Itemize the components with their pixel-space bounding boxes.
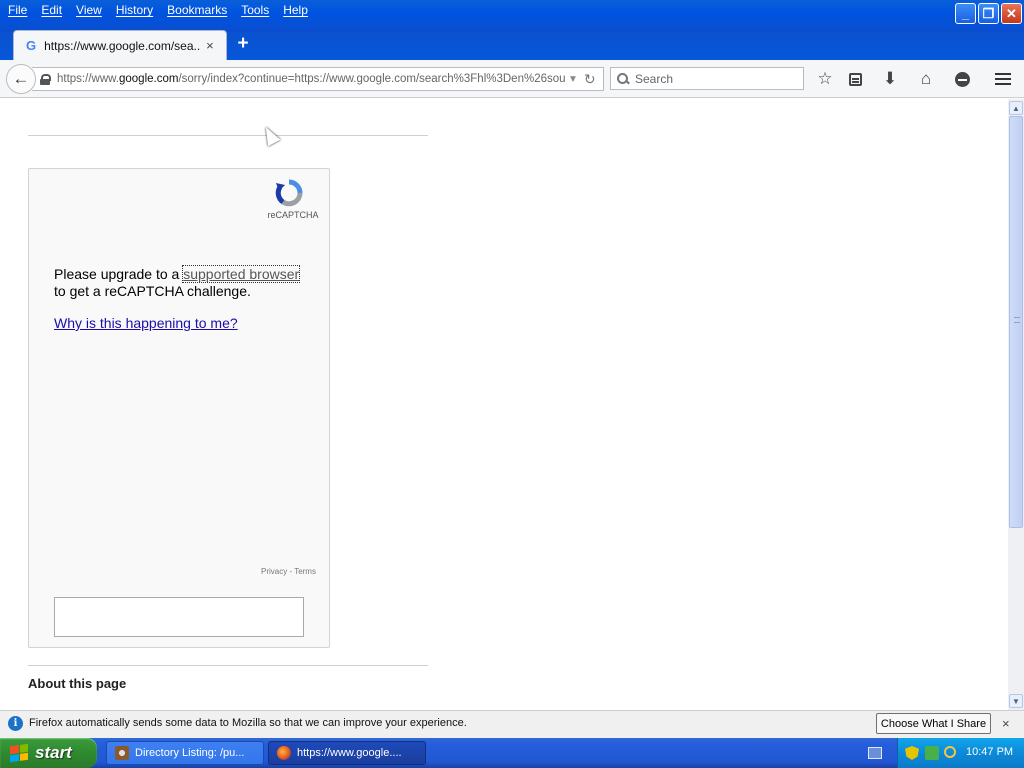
tab-title: https://www.google.com/sea... — [44, 38, 201, 53]
menu-tools[interactable]: Tools — [235, 2, 277, 20]
menu-bar: File Edit View History Bookmarks Tools H… — [2, 2, 316, 20]
search-icon — [617, 72, 629, 85]
menu-icon[interactable] — [992, 68, 1014, 90]
windows-logo-icon — [10, 743, 28, 763]
back-button[interactable]: ← — [6, 64, 36, 94]
network-icon[interactable] — [925, 746, 939, 760]
scroll-down-icon[interactable]: ▼ — [1009, 694, 1023, 708]
why-happening-link[interactable]: Why is this happening to me? — [54, 315, 238, 331]
star-icon[interactable]: ☆ — [814, 68, 836, 90]
task-label: https://www.google.... — [297, 747, 402, 759]
upgrade-message: Please upgrade to a supported browser to… — [54, 265, 301, 299]
recaptcha-label: reCAPTCHA — [267, 210, 319, 220]
taskbar-item-directory-listing[interactable]: Directory Listing: /pu... — [106, 741, 264, 765]
page-content: reCAPTCHA Please upgrade to a supported … — [0, 99, 1008, 710]
firefox-icon — [277, 746, 291, 760]
new-tab-button[interactable]: + — [234, 34, 252, 54]
search-box[interactable]: Search — [610, 67, 804, 90]
scroll-up-icon[interactable]: ▲ — [1009, 101, 1023, 115]
google-favicon-icon: G — [26, 38, 37, 53]
menu-help[interactable]: Help — [277, 2, 316, 20]
home-icon[interactable]: ⌂ — [915, 68, 937, 90]
start-button[interactable]: start — [0, 738, 97, 768]
choose-what-i-share-button[interactable]: Choose What I Share — [876, 713, 991, 734]
menu-view[interactable]: View — [70, 2, 110, 20]
recaptcha-widget: reCAPTCHA Please upgrade to a supported … — [28, 168, 330, 648]
url-dropdown-icon[interactable]: ▼ — [568, 74, 578, 85]
recaptcha-logo-icon — [275, 179, 303, 207]
privacy-terms-links[interactable]: Privacy - Terms — [261, 567, 316, 576]
vertical-scrollbar[interactable]: ▲ ▼ — [1008, 99, 1024, 710]
url-text[interactable]: https://www.google.com/sorry/index?conti… — [57, 73, 565, 85]
browser-tab[interactable]: G https://www.google.com/sea... × — [13, 30, 227, 60]
menu-edit[interactable]: Edit — [35, 2, 70, 20]
info-icon: i — [8, 716, 23, 731]
search-tray-icon[interactable] — [944, 746, 956, 758]
close-window-button[interactable]: ✕ — [1001, 3, 1022, 24]
supported-browser-link[interactable]: supported browser — [182, 265, 301, 283]
keyboard-icon[interactable] — [868, 747, 882, 759]
menu-bookmarks[interactable]: Bookmarks — [161, 2, 235, 20]
divider — [28, 665, 428, 666]
maximize-button[interactable]: ❐ — [978, 3, 999, 24]
notification-close-icon[interactable]: × — [1002, 716, 1010, 731]
notification-text: Firefox automatically sends some data to… — [29, 717, 467, 729]
browser-icon — [115, 746, 129, 760]
chat-icon[interactable] — [951, 68, 973, 90]
taskbar-item-firefox[interactable]: https://www.google.... — [268, 741, 426, 765]
reading-list-icon[interactable] — [844, 68, 866, 90]
back-arrow-icon: ← — [12, 69, 30, 88]
task-label: Directory Listing: /pu... — [135, 747, 245, 759]
search-placeholder: Search — [635, 71, 674, 86]
scroll-thumb[interactable] — [1009, 116, 1023, 528]
reload-icon[interactable]: ↻ — [584, 71, 596, 88]
lock-icon[interactable] — [40, 73, 51, 85]
download-icon[interactable]: ⬇ — [879, 68, 901, 90]
menu-history[interactable]: History — [110, 2, 161, 20]
about-heading: About this page — [28, 676, 127, 691]
divider — [28, 135, 428, 136]
minimize-button[interactable]: _ — [955, 3, 976, 24]
tab-close-icon[interactable]: × — [206, 38, 214, 53]
start-label: start — [35, 743, 72, 762]
captcha-response-field[interactable] — [54, 597, 304, 637]
address-bar[interactable]: https://www.google.com/sorry/index?conti… — [32, 67, 604, 91]
menu-file[interactable]: File — [2, 2, 35, 20]
clock[interactable]: 10:47 PM — [966, 746, 1013, 758]
